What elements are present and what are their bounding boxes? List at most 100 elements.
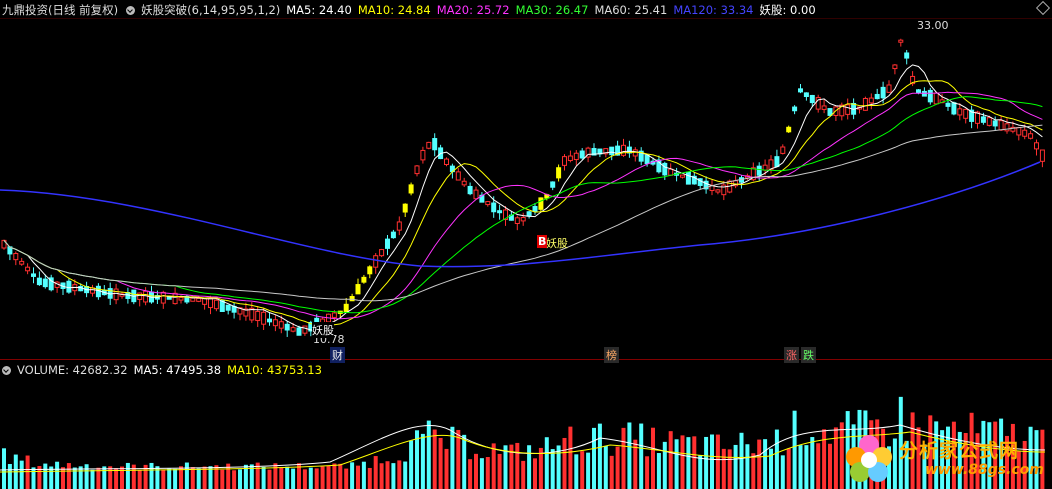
volume-bar (2, 448, 6, 489)
volume-bar (31, 467, 36, 489)
volume-bar (61, 467, 65, 489)
volume-bar (102, 466, 107, 489)
volume-bar (533, 458, 537, 489)
volume-bar (444, 448, 449, 489)
volume-bar (833, 427, 838, 489)
volume-bar (167, 468, 172, 489)
ma5-line (3, 64, 1043, 331)
candle-body (798, 88, 803, 93)
volume-bar (291, 468, 296, 489)
candle-body (927, 89, 933, 103)
volume-bar (238, 469, 242, 489)
volume-bar (568, 426, 573, 489)
volume-bar (49, 466, 54, 489)
volume-bar (137, 470, 142, 489)
volume-bar (84, 464, 89, 489)
volume-bar (302, 469, 307, 489)
candle-body (373, 255, 379, 268)
volume-bar (220, 469, 225, 489)
candle-body (473, 189, 479, 200)
candle-body (980, 116, 986, 123)
volume-bar (609, 455, 614, 489)
category-zhang[interactable]: 涨 (784, 347, 799, 363)
ma30-line (3, 96, 1043, 314)
kline-chart[interactable] (0, 0, 1052, 489)
volume-bar (822, 429, 827, 489)
volume-bar (19, 460, 24, 489)
volume-bar (816, 443, 821, 489)
candle-body (290, 327, 296, 332)
candle-body (408, 184, 414, 194)
volume-bar (385, 461, 390, 489)
volume-bar (710, 434, 714, 489)
flower-logo-icon (846, 435, 892, 482)
candle-body (272, 319, 278, 327)
signal-label-1: 妖股 (312, 322, 334, 338)
candle-body (178, 297, 184, 301)
volume-bar (149, 462, 154, 489)
volume-bar (202, 466, 207, 489)
signal-label-2: 妖股 (546, 237, 568, 250)
candle-body (343, 303, 349, 313)
volume-bar (497, 453, 502, 489)
candle-body (685, 171, 691, 185)
volume-bar (55, 461, 60, 489)
volume-bar (320, 466, 325, 489)
candle-body (916, 89, 921, 94)
volume-bar (350, 462, 355, 489)
candle-body (160, 291, 166, 304)
candle-body (874, 93, 880, 100)
watermark-url: www.88gs.com (925, 462, 1044, 478)
candle-body (390, 231, 396, 239)
high-price-label: 33.00 (917, 19, 949, 32)
volume-bar (261, 466, 266, 489)
volume-bar (550, 449, 555, 489)
volume-bar (409, 440, 414, 489)
candle-body (951, 102, 957, 115)
category-cai[interactable]: 财 (330, 347, 345, 363)
candle-body (880, 86, 886, 99)
volume-bar (403, 461, 408, 489)
candle-body (208, 297, 213, 309)
candle-body (945, 102, 951, 107)
category-bang[interactable]: 榜 (604, 347, 619, 363)
candle-body (803, 92, 809, 98)
candle-body (680, 174, 685, 178)
candle-body (1016, 127, 1022, 136)
candle-body (786, 126, 792, 133)
candle-body (284, 323, 290, 331)
candle-body (609, 146, 615, 156)
volume-bar (798, 445, 803, 489)
volume-bar (485, 457, 490, 489)
category-die[interactable]: 跌 (801, 347, 816, 363)
candle-body (998, 120, 1004, 131)
volume-bar (438, 437, 443, 489)
candle-body (892, 64, 898, 70)
candle-body (579, 150, 585, 159)
volume-bar (279, 467, 284, 489)
candle-body (821, 105, 827, 110)
watermark-logo: 分析家公式网 www.88gs.com (841, 432, 1046, 484)
candle-body (567, 155, 573, 162)
candle-body (19, 260, 25, 265)
volume-bar (66, 463, 71, 489)
candle-body (455, 171, 461, 181)
volume-bar (426, 420, 431, 489)
candle-body (267, 318, 272, 323)
volume-bar (562, 437, 567, 489)
volume-bar (515, 442, 520, 489)
candle-body (868, 97, 874, 104)
candle-body (143, 290, 149, 303)
volume-bar (674, 439, 679, 489)
candle-body (621, 144, 626, 156)
volume-bar (90, 469, 95, 489)
candle-body (196, 297, 202, 302)
candle-body (526, 211, 532, 217)
candle-body (461, 180, 467, 186)
volume-bar (704, 436, 709, 489)
volume-bar (721, 448, 726, 489)
candle-body (42, 278, 48, 288)
volume-bar (391, 463, 396, 489)
volume-bar (527, 445, 532, 489)
candle-body (862, 97, 868, 111)
